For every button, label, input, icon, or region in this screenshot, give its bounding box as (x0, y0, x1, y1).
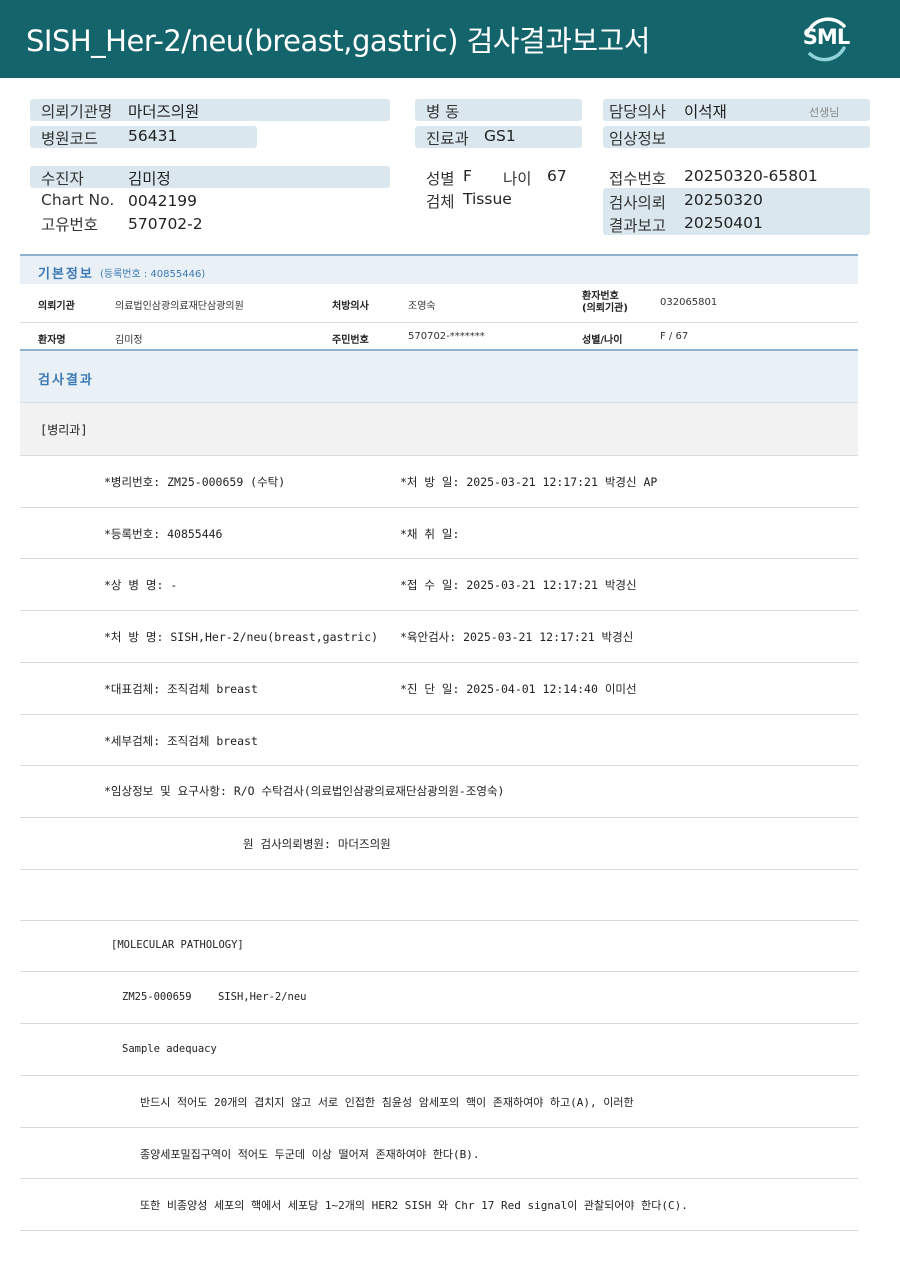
result-line: *등록번호: 40855446 *채 취 일: (20, 508, 858, 559)
result-left: *대표검체: 조직검체 breast (104, 682, 258, 696)
result-left: *등록번호: 40855446 (104, 527, 223, 541)
report-label: 결과보고 (609, 217, 667, 235)
result-line: *임상정보 및 요구사항: R/O 수탁검사(의료법인삼광의료재단삼광의원-조영… (20, 766, 858, 818)
cell-value: F / 67 (660, 331, 689, 342)
result-left: *상 병 명: - (104, 578, 178, 592)
code-label: 병원코드 (41, 130, 99, 148)
para-line: 종양세포밀집구역이 적어도 두군데 이상 떨어져 존재하여야 한다(B). (20, 1128, 858, 1179)
result-line: *처 방 명: SISH,Her-2/neu(breast,gastric) *… (20, 611, 858, 663)
code-value: 56431 (128, 127, 178, 145)
case-line: ZM25-000659 SISH,Her-2/neu (20, 972, 858, 1024)
origin-hospital: 원 검사의뢰병원: 마더즈의원 (243, 837, 391, 851)
sex-label: 성별 (426, 170, 455, 188)
report-value: 20250401 (684, 214, 763, 232)
para-text: 또한 비종양성 세포의 핵에서 세포당 1~2개의 HER2 SISH 와 Ch… (140, 1199, 688, 1212)
request-label: 검사의뢰 (609, 194, 667, 212)
result-line: *병리번호: ZM25-000659 (수탁) *처 방 일: 2025-03-… (20, 456, 858, 508)
result-left: *처 방 명: SISH,Her-2/neu(breast,gastric) (104, 630, 379, 644)
cell-value: 김미정 (115, 335, 143, 346)
specimen-label: 검체 (426, 193, 455, 211)
result-right: *육안검사: 2025-03-21 12:17:21 박경신 (400, 630, 634, 644)
result-right: *처 방 일: 2025-03-21 12:17:21 박경신 AP (400, 475, 658, 489)
result-left: *임상정보 및 요구사항: R/O 수탁검사(의료법인삼광의료재단삼광의원-조영… (104, 784, 505, 798)
cell-value: 조영숙 (408, 301, 436, 312)
patient-label: 수진자 (41, 170, 84, 188)
origin-line: 원 검사의뢰병원: 마더즈의원 (20, 818, 858, 870)
cell-value: 의료법인삼광의료재단삼광의원 (115, 301, 244, 312)
logo-text: SML (802, 25, 850, 49)
ward-label: 병 동 (426, 103, 460, 121)
cell-key: 처방의사 (332, 301, 369, 312)
age-label: 나이 (503, 170, 532, 188)
molecular-heading: [MOLECULAR PATHOLOGY] (111, 939, 244, 951)
molecular-line: [MOLECULAR PATHOLOGY] (20, 921, 858, 972)
age-value: 67 (547, 167, 567, 185)
empty-line (20, 870, 858, 921)
para-text: 반드시 적어도 20개의 겹치지 않고 서로 인접한 침윤성 암세포의 핵이 존… (140, 1096, 634, 1109)
cell-value: 032065801 (660, 297, 718, 308)
specimen-value: Tissue (463, 190, 512, 208)
result-right: *채 취 일: (400, 527, 460, 541)
report-header: SISH_Her-2/neu(breast,gastric) 검사결과보고서 S… (0, 0, 900, 78)
cell-key: 환자번호 (582, 291, 619, 302)
patient-value: 김미정 (128, 170, 171, 188)
uid-label: 고유번호 (41, 216, 99, 234)
cell-key: 의뢰기관 (38, 301, 75, 312)
result-left: *병리번호: ZM25-000659 (수탁) (104, 475, 286, 489)
cell-value: 570702-******* (408, 331, 485, 342)
org-label: 의뢰기관명 (41, 103, 113, 121)
cell-key: 주민번호 (332, 335, 369, 346)
basic-info-row: 의뢰기관 의료법인삼광의료재단삼광의원 처방의사 조영숙 환자번호 (의뢰기관)… (20, 284, 858, 323)
clinical-label: 임상정보 (609, 130, 667, 148)
para-line: 또한 비종양성 세포의 핵에서 세포당 1~2개의 HER2 SISH 와 Ch… (20, 1179, 858, 1231)
adequacy-heading: Sample adequacy (122, 1043, 217, 1055)
dept-value: GS1 (484, 127, 516, 145)
dept-label: 진료과 (426, 130, 469, 148)
report-title: SISH_Her-2/neu(breast,gastric) 검사결과보고서 (26, 24, 650, 58)
doctor-label: 담당의사 (609, 103, 667, 121)
receipt-value: 20250320-65801 (684, 167, 818, 185)
doctor-value: 이석재 (684, 103, 727, 121)
cell-key-sub: (의뢰기관) (582, 303, 628, 314)
result-line: *상 병 명: - *접 수 일: 2025-03-21 12:17:21 박경… (20, 559, 858, 611)
case-number: ZM25-000659 (122, 991, 192, 1003)
org-value: 마더즈의원 (128, 103, 200, 121)
uid-value: 570702-2 (128, 215, 203, 233)
basic-info-header: 기본정보 (등록번호 : 40855446) (20, 254, 858, 284)
basic-info-reg: (등록번호 : 40855446) (100, 269, 206, 280)
basic-info-row: 환자명 김미정 주민번호 570702-******* 성별/나이 F / 67 (20, 323, 858, 351)
chart-label: Chart No. (41, 191, 115, 209)
para-text: 종양세포밀집구역이 적어도 두군데 이상 떨어져 존재하여야 한다(B). (140, 1148, 480, 1161)
result-line: *세부검체: 조직검체 breast (20, 715, 858, 766)
result-right: *진 단 일: 2025-04-01 12:14:40 이미선 (400, 682, 637, 696)
cell-key: 성별/나이 (582, 335, 623, 346)
patient-bar (30, 166, 390, 188)
chart-value: 0042199 (128, 192, 198, 210)
case-test: SISH,Her-2/neu (218, 991, 307, 1003)
result-header: 검사결과 (20, 351, 858, 403)
result-title: 검사결과 (38, 373, 94, 388)
dept-row: [병리과] (20, 403, 858, 456)
adequacy-line: Sample adequacy (20, 1024, 858, 1076)
result-right: *접 수 일: 2025-03-21 12:17:21 박경신 (400, 578, 637, 592)
sex-value: F (463, 167, 472, 185)
dept-name: [병리과] (40, 423, 88, 437)
doctor-suffix: 선생님 (809, 106, 840, 119)
cell-key: 환자명 (38, 335, 66, 346)
result-left: *세부검체: 조직검체 breast (104, 734, 258, 748)
request-value: 20250320 (684, 191, 763, 209)
receipt-label: 접수번호 (609, 170, 667, 188)
para-line: 반드시 적어도 20개의 겹치지 않고 서로 인접한 침윤성 암세포의 핵이 존… (20, 1076, 858, 1128)
basic-info-title: 기본정보 (38, 267, 94, 282)
sml-logo: SML (800, 14, 852, 64)
result-line: *대표검체: 조직검체 breast *진 단 일: 2025-04-01 12… (20, 663, 858, 715)
